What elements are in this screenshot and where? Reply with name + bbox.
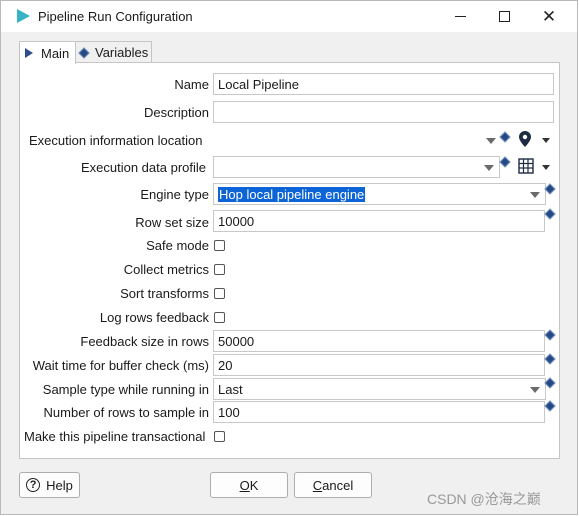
- sort-transforms-checkbox[interactable]: [214, 288, 225, 299]
- sample-type-label: Sample type while running in: [42, 382, 209, 397]
- location-pin-svg: [519, 131, 531, 147]
- sort-transforms-label: Sort transforms: [120, 286, 209, 301]
- engine-type-value: Hop local pipeline engine: [218, 187, 366, 202]
- description-input[interactable]: [213, 101, 554, 123]
- transactional-checkbox[interactable]: [214, 431, 225, 442]
- play-icon: [25, 48, 33, 58]
- tab-variables-label: Variables: [95, 45, 149, 60]
- execution-data-profile-dropdown-icon[interactable]: [484, 165, 494, 171]
- help-button[interactable]: ? Help: [19, 472, 80, 498]
- log-rows-feedback-checkbox[interactable]: [214, 312, 225, 323]
- sample-type-select[interactable]: Last: [213, 378, 546, 400]
- name-input[interactable]: Local Pipeline: [213, 73, 554, 95]
- location-pin-icon[interactable]: [519, 131, 531, 147]
- minimize-icon: [454, 16, 466, 17]
- rows-to-sample-label: Number of rows to sample in: [43, 405, 209, 420]
- wait-time-label: Wait time for buffer check (ms): [32, 358, 209, 373]
- variable-icon: [78, 46, 90, 59]
- execution-info-location-dropdown[interactable]: [486, 138, 496, 144]
- transactional-label: Make this pipeline transactional: [24, 429, 206, 444]
- chevron-down-icon: [530, 192, 540, 198]
- tab-variables[interactable]: Variables: [76, 41, 152, 63]
- execution-info-location-label: Execution information location: [29, 133, 203, 148]
- sample-type-value: Last: [218, 382, 243, 397]
- tab-main-label: Main: [41, 45, 70, 61]
- collect-metrics-label: Collect metrics: [123, 262, 209, 277]
- name-label: Name: [174, 77, 209, 92]
- safe-mode-label: Safe mode: [146, 238, 209, 253]
- engine-type-select[interactable]: Hop local pipeline engine: [213, 183, 546, 205]
- minimize-button[interactable]: [437, 1, 483, 32]
- hop-app-icon: [17, 9, 30, 23]
- grid-table-icon[interactable]: [518, 158, 534, 174]
- collect-metrics-checkbox[interactable]: [214, 264, 225, 275]
- help-button-label: Help: [46, 477, 73, 493]
- execution-data-profile-label: Execution data profile: [80, 160, 206, 175]
- chevron-down-icon: [530, 387, 540, 393]
- ok-button-label: K: [249, 477, 259, 493]
- title-bar: Pipeline Run Configuration ✕: [1, 1, 577, 32]
- ok-mnemonic: O: [239, 477, 250, 493]
- profile-menu-chevron-icon[interactable]: [542, 165, 550, 170]
- cancel-button-label: ancel: [322, 477, 354, 493]
- rows-to-sample-input[interactable]: 100: [213, 401, 545, 423]
- ok-button[interactable]: OK: [210, 472, 288, 498]
- close-button[interactable]: ✕: [526, 1, 572, 32]
- safe-mode-checkbox[interactable]: [214, 240, 225, 251]
- description-label: Description: [143, 105, 209, 120]
- question-mark-icon: ?: [26, 478, 41, 492]
- maximize-icon: [498, 11, 510, 22]
- tab-main[interactable]: Main: [19, 41, 76, 64]
- feedback-size-input[interactable]: 50000: [213, 330, 545, 352]
- feedback-size-label: Feedback size in rows: [80, 334, 209, 349]
- maximize-button[interactable]: [481, 1, 527, 32]
- execution-data-profile-combo[interactable]: [213, 156, 500, 178]
- location-menu-chevron-icon[interactable]: [542, 138, 550, 143]
- watermark-text: CSDN @沧海之巅: [427, 491, 541, 507]
- log-rows-feedback-label: Log rows feedback: [99, 310, 209, 325]
- engine-type-label: Engine type: [140, 187, 209, 202]
- cancel-mnemonic: C: [312, 477, 323, 493]
- wait-time-input[interactable]: 20: [213, 354, 545, 376]
- cancel-button[interactable]: Cancel: [294, 472, 372, 498]
- grid-table-svg: [518, 158, 534, 174]
- row-set-size-input[interactable]: 10000: [213, 210, 545, 232]
- window-title: Pipeline Run Configuration: [38, 9, 193, 24]
- row-set-size-label: Row set size: [135, 215, 209, 230]
- close-icon: ✕: [541, 6, 557, 26]
